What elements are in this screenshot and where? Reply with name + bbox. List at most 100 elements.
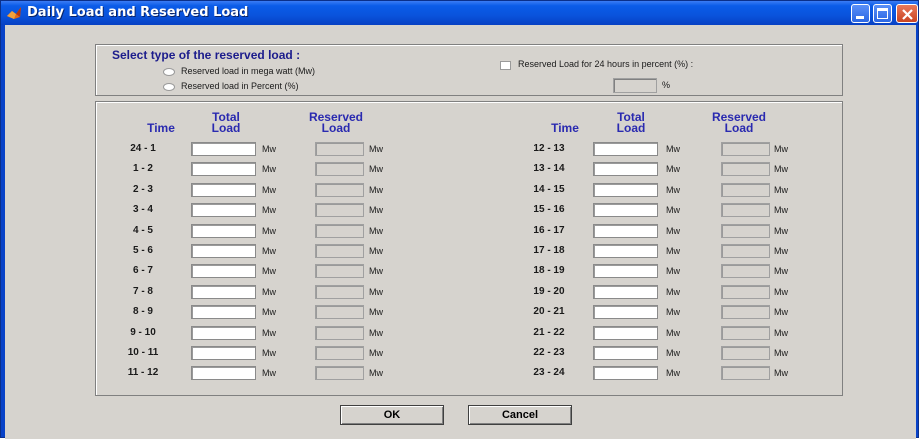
time-label-left: 11 - 12 (127, 367, 159, 378)
total-load-input[interactable] (593, 244, 658, 258)
total-load-input[interactable] (593, 142, 658, 156)
total-load-input[interactable] (593, 285, 658, 299)
mw-unit-label: Mw (369, 164, 383, 174)
reserved-load-input[interactable] (721, 366, 770, 380)
mw-unit-label: Mw (774, 348, 788, 358)
reserved-load-input[interactable] (315, 224, 364, 238)
reserved-load-input[interactable] (315, 142, 364, 156)
mw-unit-label: Mw (369, 144, 383, 154)
mw-unit-label: Mw (666, 205, 680, 215)
reserved-load-input[interactable] (721, 142, 770, 156)
total-load-input[interactable] (191, 305, 256, 319)
total-load-input[interactable] (191, 203, 256, 217)
total-load-input[interactable] (191, 183, 256, 197)
time-label-right: 16 - 17 (533, 225, 565, 236)
reserved-load-input[interactable] (315, 326, 364, 340)
mw-unit-label: Mw (774, 328, 788, 338)
time-label-right: 15 - 16 (533, 204, 565, 215)
time-label-left: 5 - 6 (132, 245, 153, 256)
minimize-button[interactable] (851, 4, 870, 23)
time-label-left: 6 - 7 (132, 265, 153, 276)
mw-unit-label: Mw (262, 328, 276, 338)
reserved-load-input[interactable] (721, 346, 770, 360)
reserved-header-line2: Load (724, 121, 754, 135)
total-load-input[interactable] (593, 366, 658, 380)
mw-unit-label: Mw (666, 368, 680, 378)
total-header-line2: Load (616, 121, 646, 135)
mw-unit-label: Mw (369, 328, 383, 338)
reserved-load-input[interactable] (721, 326, 770, 340)
time-header-right: Time (551, 121, 579, 135)
time-label-right: 21 - 22 (533, 327, 565, 338)
time-label-left: 1 - 2 (132, 163, 153, 174)
reserved-load-input[interactable] (721, 264, 770, 278)
mw-unit-label: Mw (369, 226, 383, 236)
time-label-left: 3 - 4 (132, 204, 153, 215)
total-load-input[interactable] (191, 346, 256, 360)
mw-unit-label: Mw (262, 307, 276, 317)
mw-unit-label: Mw (774, 205, 788, 215)
reserved-load-input[interactable] (315, 366, 364, 380)
mw-unit-label: Mw (666, 226, 680, 236)
reserved-load-input[interactable] (315, 346, 364, 360)
total-load-input[interactable] (191, 244, 256, 258)
reserved-24h-percent-label: Reserved Load for 24 hours in percent (%… (518, 59, 694, 69)
reserved-load-input[interactable] (315, 162, 364, 176)
total-load-input[interactable] (593, 203, 658, 217)
reserved-percent-input[interactable] (613, 78, 657, 93)
total-load-input[interactable] (191, 264, 256, 278)
ok-button[interactable]: OK (340, 405, 444, 425)
maximize-button[interactable] (873, 4, 892, 23)
mw-unit-label: Mw (369, 368, 383, 378)
reserved-load-input[interactable] (721, 183, 770, 197)
radio-percent[interactable] (163, 83, 175, 91)
close-button[interactable] (896, 4, 918, 23)
total-load-header-left: Total Load (196, 111, 256, 135)
mw-unit-label: Mw (262, 144, 276, 154)
reserved-load-input[interactable] (315, 203, 364, 217)
reserved-load-input[interactable] (315, 305, 364, 319)
reserved-load-input[interactable] (721, 224, 770, 238)
total-load-input[interactable] (191, 285, 256, 299)
reserved-load-input[interactable] (315, 244, 364, 258)
cancel-button[interactable]: Cancel (468, 405, 572, 425)
total-load-input[interactable] (593, 183, 658, 197)
total-load-input[interactable] (191, 162, 256, 176)
total-load-input[interactable] (593, 305, 658, 319)
total-load-input[interactable] (191, 326, 256, 340)
mw-unit-label: Mw (774, 164, 788, 174)
reserved-load-input[interactable] (721, 203, 770, 217)
main-window: Daily Load and Reserved Load Select type… (0, 0, 919, 439)
total-load-input[interactable] (593, 162, 658, 176)
total-load-input[interactable] (593, 326, 658, 340)
mw-unit-label: Mw (369, 185, 383, 195)
total-load-input[interactable] (593, 346, 658, 360)
reserved-load-input[interactable] (721, 244, 770, 258)
percent-unit-label: % (662, 80, 671, 90)
mw-unit-label: Mw (369, 205, 383, 215)
select-type-heading: Select type of the reserved load : (112, 48, 301, 62)
reserved-24h-percent-checkbox[interactable] (500, 61, 511, 70)
total-load-input[interactable] (593, 224, 658, 238)
total-header-line2: Load (211, 121, 241, 135)
time-label-right: 18 - 19 (533, 265, 565, 276)
total-load-input[interactable] (191, 224, 256, 238)
radio-mega-watt[interactable] (163, 68, 175, 76)
reserved-load-input[interactable] (315, 285, 364, 299)
reserved-load-input[interactable] (315, 264, 364, 278)
reserved-load-input[interactable] (721, 285, 770, 299)
radio-mega-watt-label: Reserved load in mega watt (Mw) (181, 66, 316, 76)
time-label-left: 9 - 10 (130, 327, 156, 338)
total-load-input[interactable] (191, 366, 256, 380)
mw-unit-label: Mw (666, 348, 680, 358)
total-load-input[interactable] (593, 264, 658, 278)
reserved-load-input[interactable] (721, 305, 770, 319)
mw-unit-label: Mw (666, 328, 680, 338)
reserved-load-input[interactable] (315, 183, 364, 197)
mw-unit-label: Mw (774, 266, 788, 276)
total-load-input[interactable] (191, 142, 256, 156)
reserved-load-input[interactable] (721, 162, 770, 176)
title-bar[interactable]: Daily Load and Reserved Load (1, 1, 918, 25)
mw-unit-label: Mw (774, 144, 788, 154)
time-label-left: 4 - 5 (132, 225, 153, 236)
